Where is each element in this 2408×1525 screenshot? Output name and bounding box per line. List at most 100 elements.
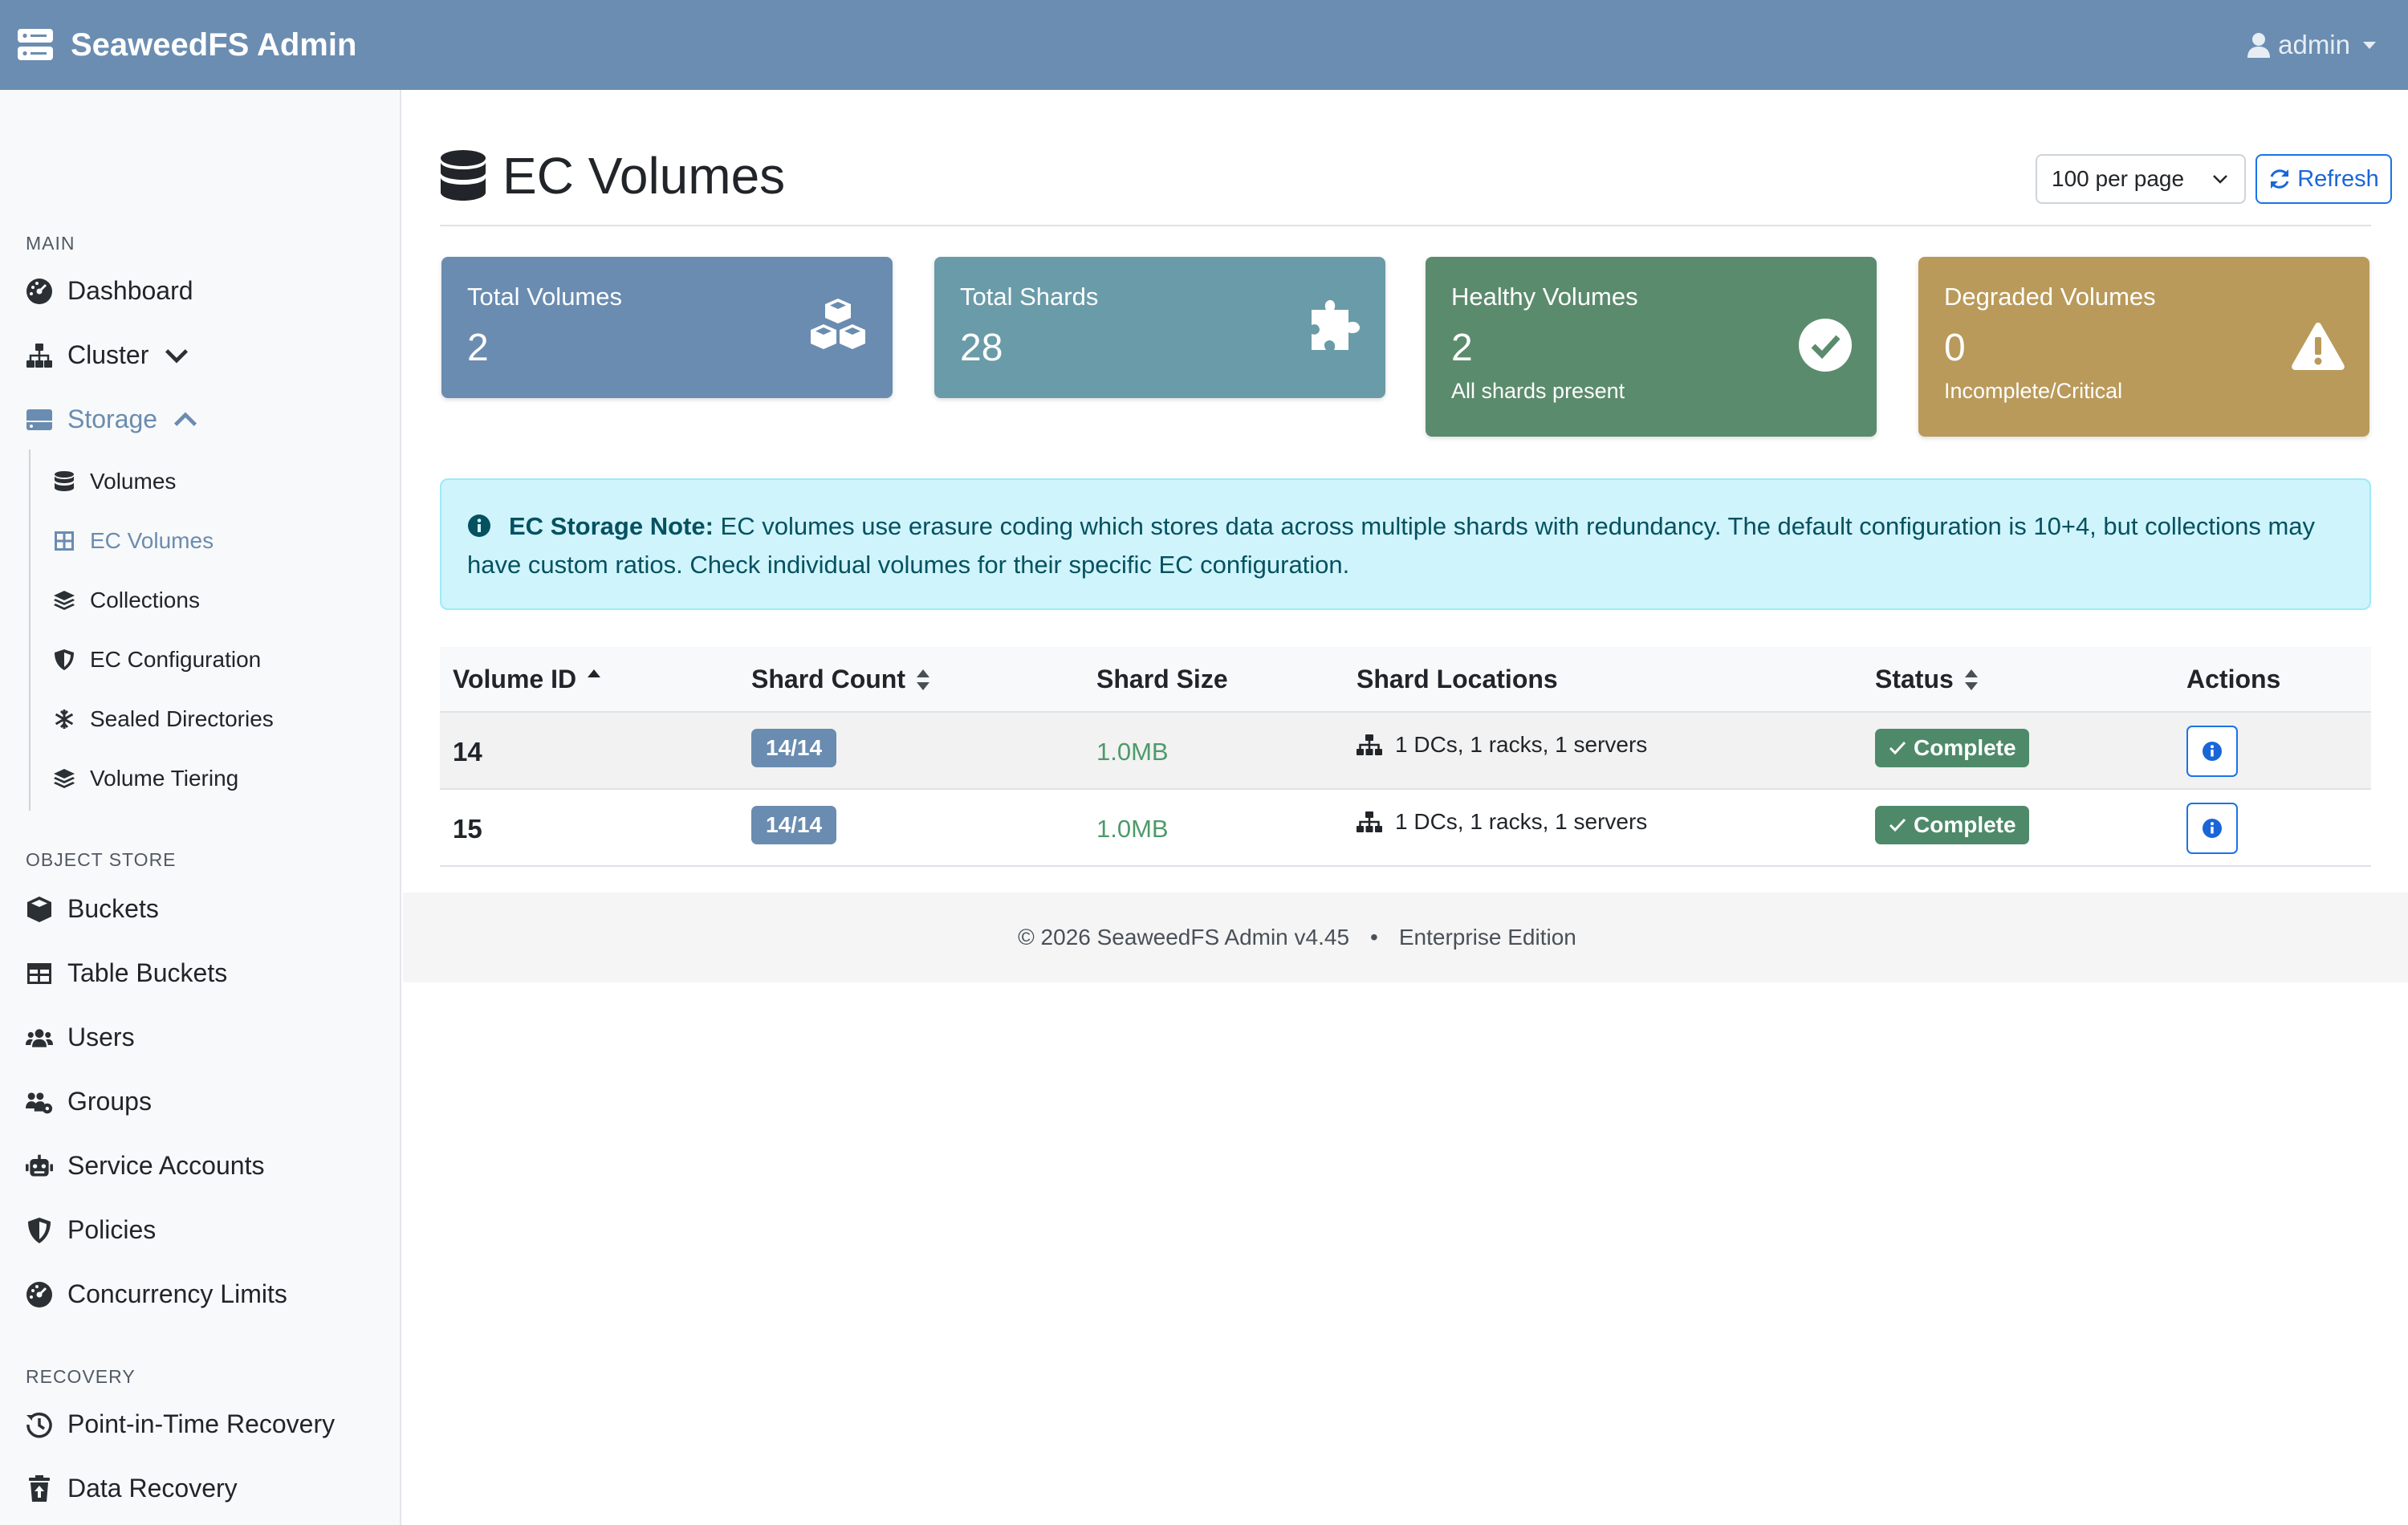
- page-header: EC Volumes 100 per page Refresh: [440, 146, 2392, 226]
- card-total-volumes: Total Volumes 2: [441, 257, 893, 398]
- th-actions: Actions: [2186, 665, 2280, 694]
- sidebar-label-collections: Collections: [90, 588, 200, 612]
- refresh-button[interactable]: Refresh: [2255, 154, 2392, 204]
- trash-restore-icon: [29, 1474, 50, 1502]
- sidebar-item-table-buckets[interactable]: Table Buckets: [26, 958, 227, 988]
- alert-title: EC Storage Note:: [509, 512, 714, 540]
- card-healthy-label: Healthy Volumes: [1451, 283, 1638, 311]
- card-total-shards: Total Shards 28: [934, 257, 1385, 398]
- cubes-icon: [811, 299, 865, 349]
- volume-details-button[interactable]: [2186, 803, 2238, 854]
- card-degraded-sub: Incomplete/Critical: [1944, 379, 2123, 403]
- ec-volumes-table: Volume ID Shard Count Shard Size Shard L…: [440, 647, 2371, 867]
- sidebar-item-policies[interactable]: Policies: [26, 1215, 156, 1245]
- th-shard-locations: Shard Locations: [1357, 665, 1558, 694]
- snowflake-icon: [55, 710, 74, 729]
- info-circle-icon: [2203, 742, 2222, 761]
- th-volume-id[interactable]: Volume ID: [453, 665, 602, 694]
- th-status[interactable]: Status: [1875, 665, 1979, 694]
- cell-shard-size: 1.0MB: [1096, 815, 1169, 843]
- database-icon: [55, 471, 74, 491]
- section-title-main: MAIN: [26, 233, 75, 254]
- server-icon: [18, 29, 53, 60]
- sidebar-label-dashboard: Dashboard: [67, 276, 193, 305]
- table-header: Volume ID Shard Count Shard Size Shard L…: [440, 647, 2371, 713]
- alert-body: EC volumes use erasure coding which stor…: [467, 512, 2316, 579]
- layers-icon: [54, 591, 75, 610]
- gauge-icon: [26, 1281, 52, 1307]
- sort-icon: [1964, 669, 1978, 690]
- sidebar-item-groups[interactable]: Groups: [26, 1087, 152, 1116]
- chevron-up-icon: [174, 412, 197, 426]
- sidebar-item-storage[interactable]: Storage: [26, 405, 199, 434]
- card-degraded-label: Degraded Volumes: [1944, 283, 2156, 311]
- card-total-shards-label: Total Shards: [960, 283, 1099, 311]
- brand[interactable]: SeaweedFS Admin: [18, 27, 356, 63]
- sidebar-item-service-accounts[interactable]: Service Accounts: [26, 1151, 264, 1181]
- check-icon: [1889, 741, 1906, 755]
- sidebar-label-point-in-time-recovery: Point-in-Time Recovery: [67, 1409, 336, 1438]
- per-page-value: 100 per page: [2052, 166, 2185, 191]
- sidebar-label-cluster: Cluster: [67, 340, 149, 369]
- sidebar-item-volume-tiering[interactable]: Volume Tiering: [53, 766, 238, 791]
- history-icon: [26, 1412, 52, 1438]
- sidebar-item-sealed-directories[interactable]: Sealed Directories: [53, 706, 274, 732]
- gauge-icon: [26, 278, 52, 304]
- robot-icon: [26, 1154, 53, 1177]
- layers-icon: [54, 769, 75, 788]
- sidebar-item-users[interactable]: Users: [26, 1023, 135, 1052]
- sort-icon: [916, 669, 929, 690]
- sidebar-label-groups: Groups: [67, 1087, 152, 1116]
- locations-text: 1 DCs, 1 racks, 1 servers: [1395, 732, 1648, 757]
- check-circle-icon: [1799, 319, 1852, 372]
- sidebar-item-cluster[interactable]: Cluster: [26, 340, 190, 370]
- sidebar-item-buckets[interactable]: Buckets: [26, 894, 159, 924]
- sidebar-label-storage: Storage: [67, 405, 158, 433]
- sidebar-label-ec-volumes: EC Volumes: [90, 528, 214, 553]
- sidebar-item-point-in-time-recovery[interactable]: Point-in-Time Recovery: [26, 1409, 335, 1439]
- per-page-select[interactable]: 100 per page: [2036, 154, 2246, 204]
- sidebar-label-concurrency-limits: Concurrency Limits: [67, 1279, 287, 1308]
- shard-count-badge: 14/14: [751, 806, 837, 844]
- sidebar-item-data-recovery[interactable]: Data Recovery: [26, 1474, 238, 1503]
- sidebar-item-concurrency-limits[interactable]: Concurrency Limits: [26, 1279, 287, 1309]
- shield-icon: [55, 649, 74, 670]
- sidebar-label-volume-tiering: Volume Tiering: [90, 766, 239, 791]
- footer: © 2026 SeaweedFS Admin v4.45 • Enterpris…: [403, 893, 2408, 982]
- shield-icon: [28, 1217, 51, 1243]
- volume-details-button[interactable]: [2186, 726, 2238, 777]
- card-healthy-sub: All shards present: [1451, 379, 1625, 403]
- sidebar-label-buckets: Buckets: [67, 894, 159, 923]
- sidebar-item-collections[interactable]: Collections: [53, 588, 200, 613]
- footer-copyright: © 2026 SeaweedFS Admin v4.45: [1018, 925, 1350, 950]
- footer-separator: •: [1370, 925, 1378, 950]
- status-badge: Complete: [1875, 806, 2029, 844]
- grid-icon: [55, 531, 74, 551]
- refresh-icon: [2270, 169, 2289, 189]
- sidebar-label-sealed-directories: Sealed Directories: [90, 706, 274, 731]
- th-shard-size: Shard Size: [1096, 665, 1228, 694]
- caret-down-icon: [2363, 41, 2376, 49]
- sidebar-label-table-buckets: Table Buckets: [67, 958, 228, 987]
- main-content: EC Volumes 100 per page Refresh Total Vo…: [403, 90, 2408, 1525]
- th-shard-count[interactable]: Shard Count: [751, 665, 931, 694]
- table-row: 15 14/14 1.0MB 1 DCs, 1 racks, 1 servers…: [440, 790, 2371, 867]
- sidebar-item-ec-configuration[interactable]: EC Configuration: [53, 647, 261, 673]
- card-total-shards-value: 28: [960, 327, 1003, 369]
- puzzle-piece-icon: [1312, 299, 1361, 350]
- users-gear-icon: [26, 1092, 53, 1113]
- sidebar-item-volumes[interactable]: Volumes: [53, 469, 176, 494]
- user-menu[interactable]: admin: [2247, 30, 2376, 60]
- cell-volume-id[interactable]: 14: [453, 737, 482, 767]
- status-text: Complete: [1914, 812, 2016, 837]
- info-circle-icon: [468, 514, 490, 537]
- th-status-label: Status: [1875, 665, 1954, 693]
- sidebar-item-dashboard[interactable]: Dashboard: [26, 276, 193, 306]
- sidebar: MAIN Dashboard Cluster Storage Volumes E…: [0, 90, 401, 1525]
- sidebar-item-ec-volumes[interactable]: EC Volumes: [53, 528, 214, 554]
- page-title: EC Volumes: [440, 146, 785, 205]
- cell-volume-id[interactable]: 15: [453, 814, 482, 844]
- status-text: Complete: [1914, 735, 2016, 760]
- th-actions-label: Actions: [2186, 665, 2281, 693]
- hdd-icon: [26, 409, 52, 430]
